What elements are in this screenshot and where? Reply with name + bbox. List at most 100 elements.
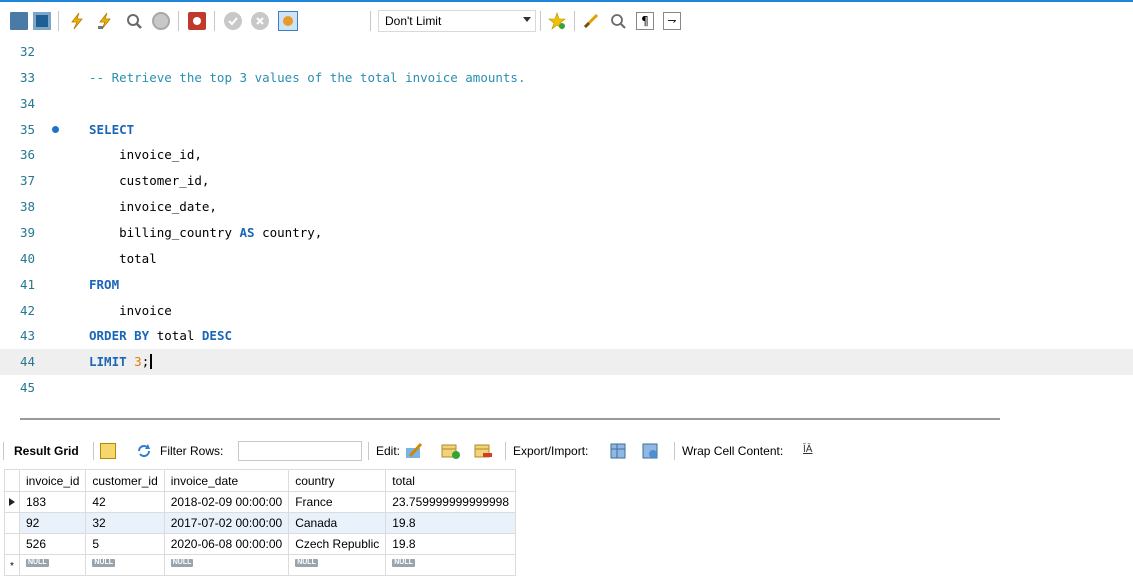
editor-line[interactable]: 36 invoice_id, [0, 142, 1133, 168]
save-icon[interactable] [33, 12, 51, 30]
editor-line[interactable]: 39 billing_country AS country, [0, 220, 1133, 246]
editor-line[interactable]: 44 LIMIT 3; [0, 349, 1133, 376]
wrap-cell-content-label: Wrap Cell Content: [682, 444, 784, 458]
line-number: 39 [20, 224, 36, 240]
wrap-icon[interactable]: ⇁ [663, 12, 681, 30]
edit-row-icon[interactable] [404, 442, 423, 460]
table-cell[interactable]: 526 [18, 533, 87, 555]
table-row[interactable]: 183 42 2018-02-09 00:00:00 France 23.759… [4, 491, 517, 513]
add-row-icon[interactable] [441, 442, 460, 460]
editor-line[interactable]: 34 [0, 91, 1133, 117]
table-cell[interactable]: Canada [288, 512, 387, 534]
commit-icon[interactable] [224, 12, 242, 30]
editor-line[interactable]: 33 -- Retrieve the top 3 values of the to… [0, 65, 1133, 91]
import-icon[interactable] [641, 442, 659, 460]
editor-line[interactable]: 43 ORDER BY total DESC [0, 323, 1133, 349]
line-number: 37 [20, 173, 36, 189]
column-header-customer-id[interactable]: customer_id [85, 469, 165, 492]
code-text[interactable]: billing_country AS country, [89, 220, 322, 246]
editor-line[interactable]: 45 [0, 375, 1133, 401]
autocommit-icon[interactable] [278, 11, 298, 31]
row-selector[interactable] [4, 533, 20, 555]
column-header-invoice-id[interactable]: invoice_id [18, 469, 87, 492]
table-cell[interactable]: 32 [85, 512, 165, 534]
new-row[interactable]: * NULL NULL NULL NULL NULL [4, 554, 517, 576]
chevron-down-icon [523, 17, 531, 22]
column-header-country[interactable]: country [288, 469, 387, 492]
line-number: 41 [20, 276, 36, 292]
export-import-label: Export/Import: [513, 444, 589, 458]
stop-icon[interactable] [152, 12, 170, 30]
toggle-error-icon[interactable] [188, 12, 206, 30]
editor-line[interactable]: 38 invoice_date, [0, 194, 1133, 220]
find-icon[interactable] [609, 12, 627, 30]
line-number: 36 [20, 147, 36, 163]
result-toolbar: Result Grid Filter Rows: Edit: Export/Im… [0, 438, 1133, 464]
toolbar-separator [178, 11, 179, 31]
editor-line[interactable]: 37 customer_id, [0, 168, 1133, 194]
sql-editor[interactable]: 32 33 -- Retrieve the top 3 values of the … [0, 39, 1133, 409]
result-grid-tab[interactable]: Result Grid [14, 444, 79, 458]
refresh-icon[interactable] [135, 442, 153, 460]
null-cell[interactable]: NULL [163, 554, 290, 576]
column-header-invoice-date[interactable]: invoice_date [163, 469, 290, 492]
null-cell[interactable]: NULL [288, 554, 387, 576]
horizontal-splitter[interactable] [20, 418, 1000, 420]
row-selector[interactable] [4, 491, 20, 513]
table-cell[interactable]: 183 [18, 491, 87, 513]
invisible-chars-icon[interactable]: ¶ [636, 12, 654, 30]
table-cell[interactable]: 92 [18, 512, 87, 534]
rollback-icon[interactable] [251, 12, 269, 30]
table-cell[interactable]: 2018-02-09 00:00:00 [163, 491, 290, 513]
filter-rows-input[interactable] [238, 441, 362, 461]
code-text[interactable]: invoice [89, 298, 172, 324]
open-folder-icon[interactable] [10, 12, 28, 30]
table-cell[interactable]: 19.8 [385, 512, 517, 534]
line-number: 44 [20, 354, 36, 370]
table-cell[interactable]: 2017-07-02 00:00:00 [163, 512, 290, 534]
editor-line[interactable]: 40 total [0, 246, 1133, 272]
beautify-bookmark-icon[interactable] [548, 12, 566, 30]
table-cell[interactable]: 2020-06-08 00:00:00 [163, 533, 290, 555]
wrap-cell-toggle-icon[interactable]: ĪĀ [803, 444, 817, 458]
editor-line[interactable]: 32 [0, 39, 1133, 65]
beautify-icon[interactable] [582, 12, 600, 30]
table-row[interactable]: 526 5 2020-06-08 00:00:00 Czech Republic… [4, 533, 517, 555]
code-text[interactable]: invoice_date, [89, 194, 217, 220]
toolbar-separator [370, 11, 371, 31]
result-grid[interactable]: invoice_id customer_id invoice_date coun… [4, 469, 517, 576]
execute-current-icon[interactable] [96, 12, 114, 30]
row-selector[interactable] [4, 512, 20, 534]
column-header-total[interactable]: total [385, 469, 517, 492]
null-cell[interactable]: NULL [85, 554, 165, 576]
code-text[interactable]: -- Retrieve the top 3 values of the tota… [89, 65, 526, 91]
statement-marker-icon[interactable] [52, 125, 59, 133]
line-number: 34 [20, 95, 36, 111]
code-text[interactable]: LIMIT 3; [89, 349, 153, 375]
editor-line[interactable]: 42 invoice [0, 298, 1133, 324]
table-cell[interactable]: 42 [85, 491, 165, 513]
delete-row-icon[interactable] [474, 442, 492, 460]
code-text[interactable]: customer_id, [89, 168, 209, 194]
code-text[interactable]: total [89, 246, 157, 272]
limit-rows-select[interactable]: Don't Limit [378, 10, 536, 32]
code-text[interactable]: ORDER BY total DESC [89, 323, 232, 349]
code-text[interactable]: SELECT [89, 117, 134, 143]
code-text[interactable]: FROM [89, 272, 119, 298]
toolbar-separator [58, 11, 59, 31]
export-icon[interactable] [609, 442, 627, 460]
table-cell[interactable]: 23.759999999999998 [385, 491, 517, 513]
editor-line[interactable]: 35 SELECT [0, 117, 1133, 143]
null-cell[interactable]: NULL [18, 554, 87, 576]
table-cell[interactable]: Czech Republic [288, 533, 387, 555]
table-cell[interactable]: France [288, 491, 387, 513]
code-text[interactable]: invoice_id, [89, 142, 202, 168]
explain-icon[interactable] [125, 12, 143, 30]
null-cell[interactable]: NULL [385, 554, 517, 576]
execute-icon[interactable] [68, 12, 86, 30]
table-row[interactable]: 92 32 2017-07-02 00:00:00 Canada 19.8 [4, 512, 517, 534]
table-cell[interactable]: 5 [85, 533, 165, 555]
editor-line[interactable]: 41 FROM [0, 272, 1133, 298]
table-cell[interactable]: 19.8 [385, 533, 517, 555]
grid-view-icon[interactable] [100, 443, 116, 459]
